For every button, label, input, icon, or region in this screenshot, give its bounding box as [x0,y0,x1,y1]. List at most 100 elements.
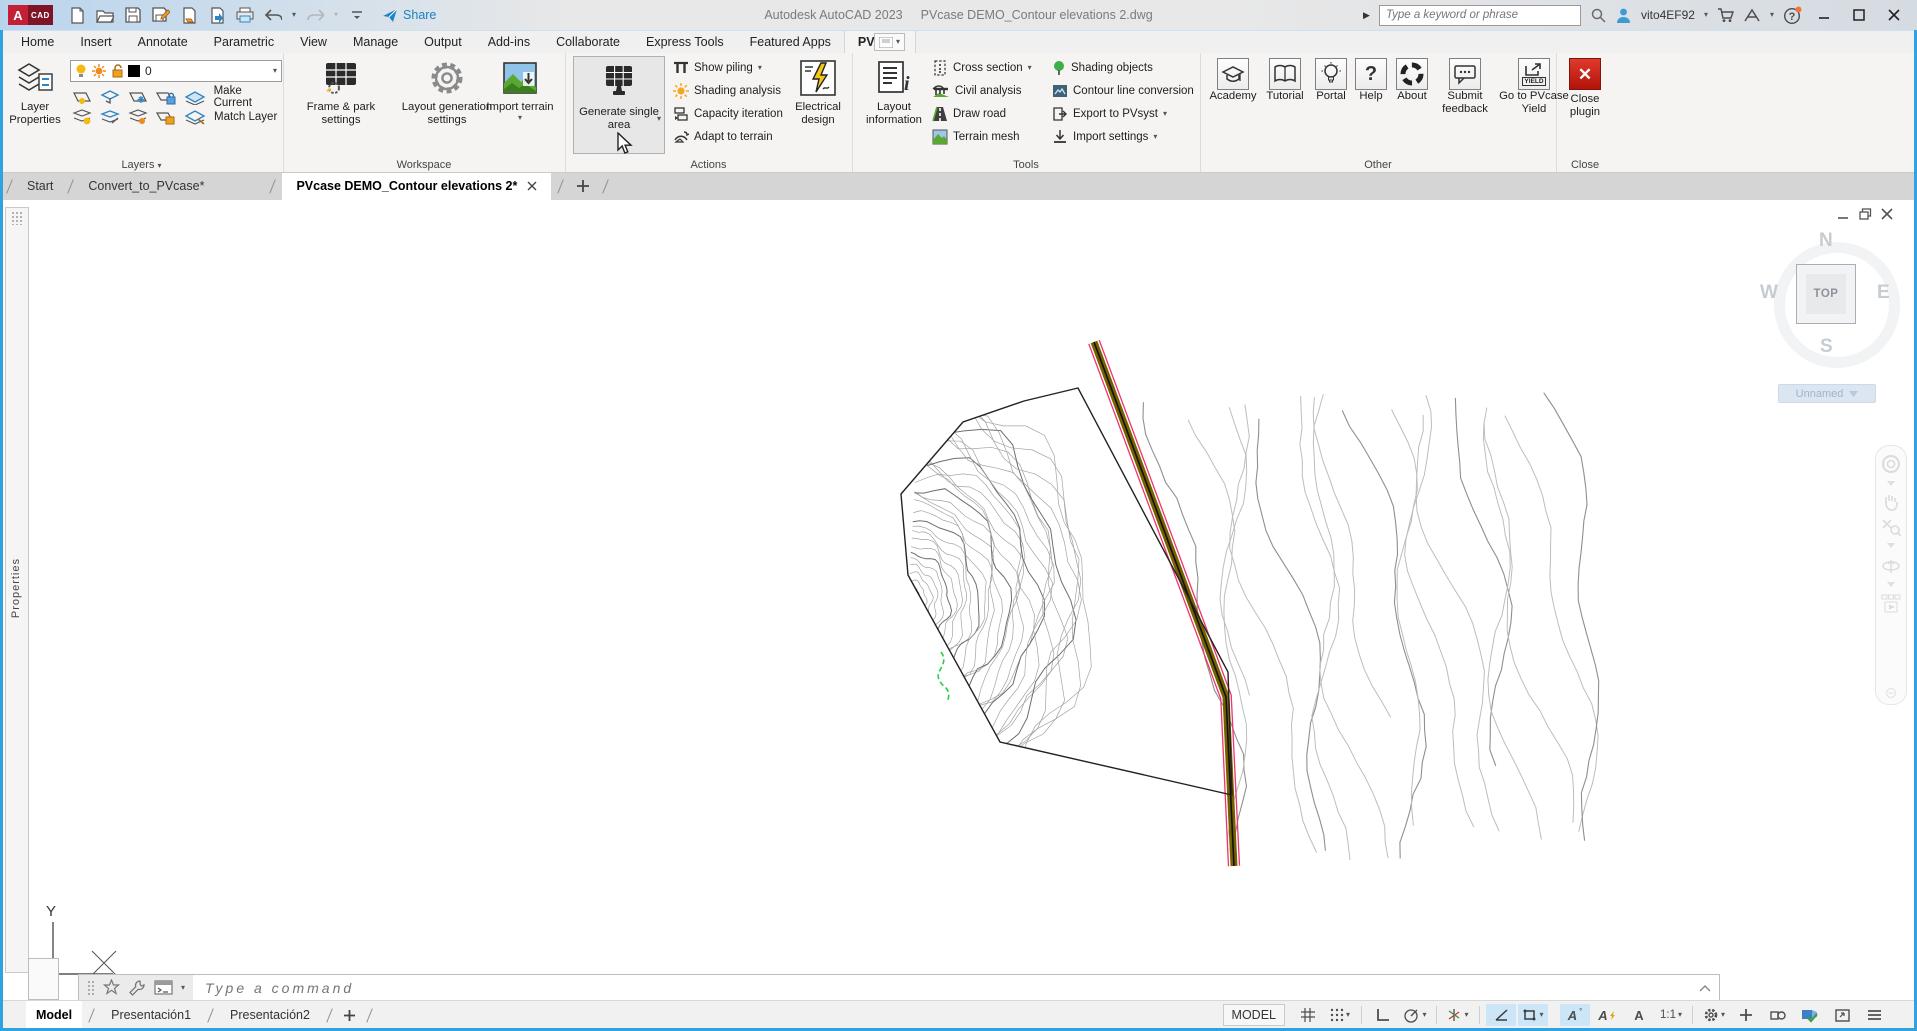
navwheel-icon[interactable] [1881,454,1901,474]
annotation-visibility-toggle[interactable]: A° [1560,1004,1590,1026]
user-icon[interactable] [1615,7,1632,24]
snap-toggle[interactable]: ▾ [1325,1004,1355,1026]
new-file-button[interactable] [68,6,86,24]
tab-parametric[interactable]: Parametric [201,31,287,53]
frame-park-settings-button[interactable]: Frame & park settings [293,57,389,127]
user-dropdown[interactable]: ▾ [1704,11,1708,19]
layer-walk-icon[interactable] [128,109,148,125]
command-expand-caret[interactable] [1699,984,1711,992]
viewcube-east[interactable]: E [1877,282,1890,304]
save-as-button[interactable] [152,6,170,24]
zoom-icon[interactable] [1881,518,1901,536]
doc-close-icon[interactable] [1881,208,1893,220]
zoom-caret[interactable] [1887,543,1895,548]
doc-minimize-icon[interactable] [1837,209,1850,220]
clean-screen-button[interactable] [1827,1004,1857,1026]
layer-match-on-icon[interactable] [72,109,92,125]
undo-dropdown[interactable]: ▾ [292,11,296,19]
qat-customize-button[interactable] [348,6,366,24]
close-button[interactable] [1881,5,1907,25]
viewcube-north[interactable]: N [1819,230,1833,252]
tab-home[interactable]: Home [8,31,67,53]
palette-grip[interactable] [11,211,23,225]
cross-section-dropdown[interactable]: ▾ [1028,64,1032,72]
new-layout-button[interactable] [339,1009,360,1022]
navwheel-caret[interactable] [1887,481,1895,486]
viewcube-south[interactable]: S [1820,336,1833,358]
help-button[interactable]: ? [1783,6,1802,25]
about-button[interactable]: About [1392,58,1432,103]
tab-featured-apps[interactable]: Featured Apps [737,31,844,53]
file-tab-active[interactable]: PVcase DEMO_Contour elevations 2* [282,172,551,200]
match-layer-icon[interactable] [184,109,206,125]
portal-button[interactable]: Portal [1312,58,1350,103]
show-piling-button[interactable]: Show piling▾ [673,59,762,76]
annotation-autoscale-toggle[interactable]: A [1592,1004,1622,1026]
pan-icon[interactable] [1881,493,1901,511]
annotation-scale-button[interactable]: A [1624,1004,1654,1026]
hardware-acceleration-button[interactable] [1795,1004,1825,1026]
ribbon-display-toggle[interactable]: ▾ [874,33,905,51]
save-button[interactable] [124,6,142,24]
isolate-objects-button[interactable] [1763,1004,1793,1026]
tab-output[interactable]: Output [411,31,475,53]
make-current-label[interactable]: Make Current [214,85,283,109]
command-bar-grip[interactable] [87,980,95,996]
layer-properties-button[interactable]: Layer Properties [6,57,64,127]
shading-objects-button[interactable]: Shading objects [1052,59,1153,76]
object-snap-tracking-toggle[interactable] [1486,1004,1516,1026]
tab-express-tools[interactable]: Express Tools [633,31,737,53]
tab-manage[interactable]: Manage [340,31,411,53]
academy-button[interactable]: Academy [1208,58,1258,103]
username[interactable]: vito4EF92 [1641,8,1695,22]
recent-commands-icon[interactable] [103,979,120,996]
layout-tab-model[interactable]: Model [26,1001,82,1029]
viewcube[interactable]: N W E S TOP Unnamed [1765,236,1895,406]
command-options-caret[interactable]: ▾ [181,984,185,992]
change-layer-icon[interactable] [100,109,120,125]
viewcube-top-face[interactable]: TOP [1796,264,1856,324]
plot-button[interactable] [180,6,198,24]
layer-select[interactable]: 0 ▾ [70,60,282,82]
annotation-monitor-plus[interactable] [1731,1004,1761,1026]
apps-dropdown[interactable]: ▾ [1770,11,1774,19]
layout-tab-presentacion2[interactable]: Presentación2 [220,1001,320,1029]
lock-fade-icon[interactable] [156,109,176,125]
import-settings-button[interactable]: Import settings▾ [1052,128,1157,145]
maximize-button[interactable] [1846,5,1872,25]
search-icon[interactable] [1590,7,1606,23]
grid-toggle[interactable] [1293,1004,1323,1026]
customize-wrench-icon[interactable] [128,979,146,996]
print-button[interactable] [236,6,254,24]
command-bar[interactable]: ▾ [78,974,1720,1001]
showmotion-icon[interactable] [1881,594,1901,614]
model-space-button[interactable]: MODEL [1223,1004,1285,1026]
share-button[interactable]: Share [382,8,436,23]
export-dropdown[interactable]: ▾ [1163,110,1167,118]
properties-palette-tab[interactable]: Properties [5,207,29,973]
isodraft-toggle[interactable]: ▾ [1443,1004,1473,1026]
layout-information-button[interactable]: i Layout information [860,57,928,127]
layer-select-dropdown[interactable]: ▾ [273,67,277,75]
file-tab-close-icon[interactable] [527,181,537,191]
ortho-toggle[interactable] [1368,1004,1398,1026]
command-prompt-icon[interactable] [154,980,173,995]
tab-view[interactable]: View [287,31,340,53]
search-collapse-arrow[interactable]: ▶ [1363,10,1370,21]
layer-lock-icon[interactable] [156,89,176,105]
tab-add-ins[interactable]: Add-ins [475,31,543,53]
layer-off-icon[interactable] [72,89,92,105]
tab-collaborate[interactable]: Collaborate [543,31,633,53]
redo-dropdown[interactable]: ▾ [334,11,338,19]
minimize-button[interactable] [1811,5,1837,25]
viewcube-view-menu[interactable]: Unnamed [1778,384,1876,403]
civil-analysis-button[interactable]: Civil analysis [932,82,1021,99]
make-current-icon[interactable] [184,89,206,105]
panel-caption-layers[interactable]: Layers ▾ [0,159,283,171]
submit-feedback-button[interactable]: Submit feedback [1436,58,1494,116]
doc-restore-icon[interactable] [1859,208,1872,220]
tutorial-button[interactable]: Tutorial [1262,58,1308,103]
import-terrain-dropdown[interactable]: ▾ [518,114,522,122]
open-file-button[interactable] [96,6,114,24]
command-input[interactable] [193,979,1699,997]
